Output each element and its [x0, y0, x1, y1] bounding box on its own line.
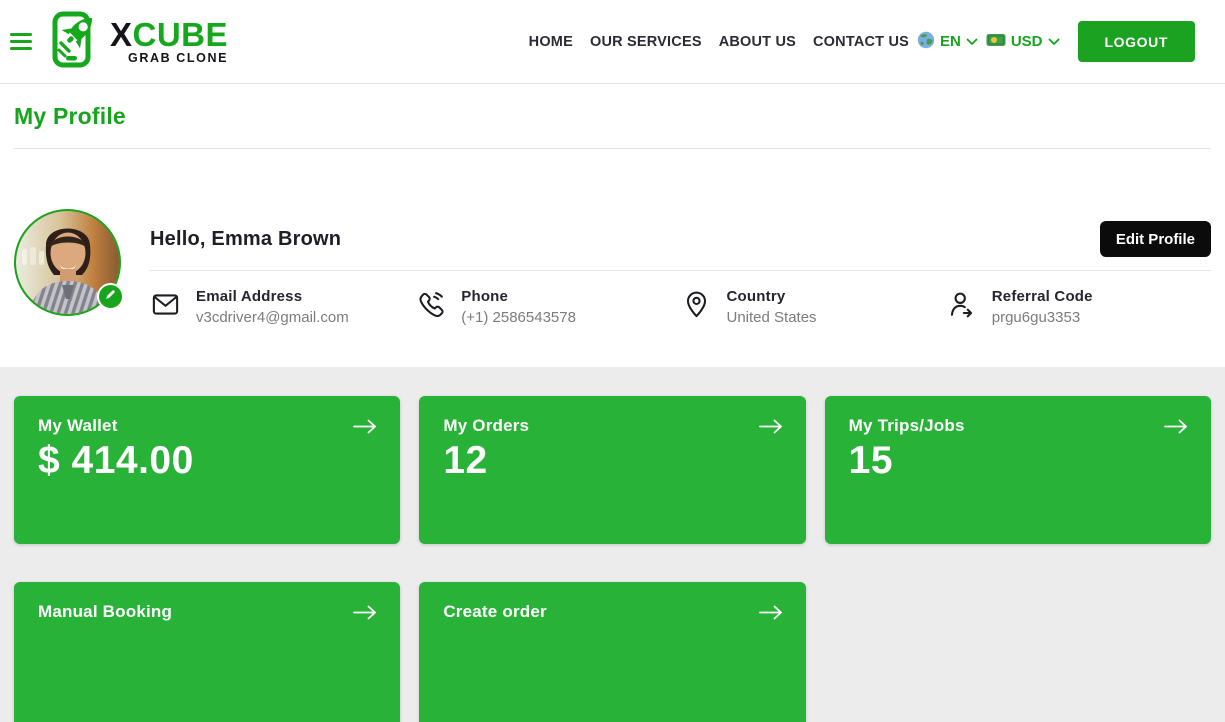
card-my-orders[interactable]: My Orders 12	[419, 396, 805, 544]
card-my-wallet[interactable]: My Wallet $ 414.00	[14, 396, 400, 544]
card-value: $ 414.00	[38, 439, 376, 483]
profile-details: Hello, Emma Brown Edit Profile Email Add…	[150, 209, 1211, 326]
logout-button[interactable]: LOGOUT	[1078, 21, 1195, 62]
field-country: Country United States	[681, 288, 946, 326]
card-title: My Wallet	[38, 416, 376, 436]
field-label: Email Address	[196, 288, 349, 305]
main-nav: HOME OUR SERVICES ABOUT US CONTACT US	[529, 34, 909, 50]
chevron-down-icon	[966, 33, 978, 50]
card-create-order[interactable]: Create order	[419, 582, 805, 722]
phone-icon	[415, 289, 447, 325]
arrow-right-icon	[352, 418, 378, 440]
globe-icon	[917, 31, 935, 53]
logo[interactable]: XCUBE GRAB CLONE	[44, 8, 228, 75]
nav-home[interactable]: HOME	[529, 34, 573, 50]
field-phone: Phone (+1) 2586543578	[415, 288, 680, 326]
logo-phone-rocket-icon	[44, 8, 104, 75]
arrow-right-icon	[352, 604, 378, 626]
language-code: EN	[940, 33, 961, 50]
dashboard-cards-section: My Wallet $ 414.00 My Orders 12 My Trips…	[0, 367, 1225, 722]
hamburger-menu-icon[interactable]	[10, 33, 32, 50]
header: XCUBE GRAB CLONE HOME OUR SERVICES ABOUT…	[0, 0, 1225, 84]
arrow-right-icon	[1163, 418, 1189, 440]
currency-code: USD	[1011, 33, 1043, 50]
field-value: (+1) 2586543578	[461, 309, 576, 326]
arrow-right-icon	[758, 418, 784, 440]
logo-x: X	[110, 16, 133, 53]
currency-selector[interactable]: USD	[986, 33, 1060, 51]
location-pin-icon	[681, 289, 713, 325]
nav-about-us[interactable]: ABOUT US	[719, 34, 796, 50]
card-title: My Trips/Jobs	[849, 416, 1187, 436]
field-value: United States	[727, 309, 817, 326]
field-label: Referral Code	[992, 288, 1093, 305]
card-value: 15	[849, 439, 1187, 483]
page-title: My Profile	[14, 103, 1211, 130]
edit-profile-button[interactable]: Edit Profile	[1100, 221, 1211, 257]
envelope-icon	[150, 289, 182, 325]
arrow-right-icon	[758, 604, 784, 626]
avatar	[14, 209, 121, 316]
card-title: My Orders	[443, 416, 781, 436]
field-label: Phone	[461, 288, 576, 305]
card-value: 12	[443, 439, 781, 483]
card-manual-booking[interactable]: Manual Booking	[14, 582, 400, 722]
field-value: v3cdriver4@gmail.com	[196, 309, 349, 326]
avatar-edit-badge[interactable]	[97, 283, 124, 310]
field-email: Email Address v3cdriver4@gmail.com	[150, 288, 415, 326]
language-selector[interactable]: EN	[917, 31, 978, 53]
banknote-icon	[986, 33, 1006, 51]
title-section: My Profile	[0, 103, 1225, 149]
chevron-down-icon	[1048, 33, 1060, 50]
referral-icon	[946, 289, 978, 325]
title-divider	[14, 148, 1211, 149]
greeting: Hello, Emma Brown	[150, 228, 341, 251]
card-my-trips-jobs[interactable]: My Trips/Jobs 15	[825, 396, 1211, 544]
profile-fields: Email Address v3cdriver4@gmail.com Phone…	[150, 288, 1211, 326]
logo-subtitle: GRAB CLONE	[128, 52, 228, 65]
card-title: Manual Booking	[38, 602, 376, 622]
nav-contact-us[interactable]: CONTACT US	[813, 34, 909, 50]
profile-divider	[150, 270, 1211, 271]
field-referral: Referral Code prgu6gu3353	[946, 288, 1211, 326]
field-value: prgu6gu3353	[992, 309, 1093, 326]
field-label: Country	[727, 288, 817, 305]
profile-section: Hello, Emma Brown Edit Profile Email Add…	[14, 209, 1211, 367]
logo-text: XCUBE GRAB CLONE	[110, 18, 228, 65]
logo-cube: CUBE	[133, 16, 229, 53]
nav-our-services[interactable]: OUR SERVICES	[590, 34, 702, 50]
card-title: Create order	[443, 602, 781, 622]
pencil-icon	[104, 288, 117, 306]
